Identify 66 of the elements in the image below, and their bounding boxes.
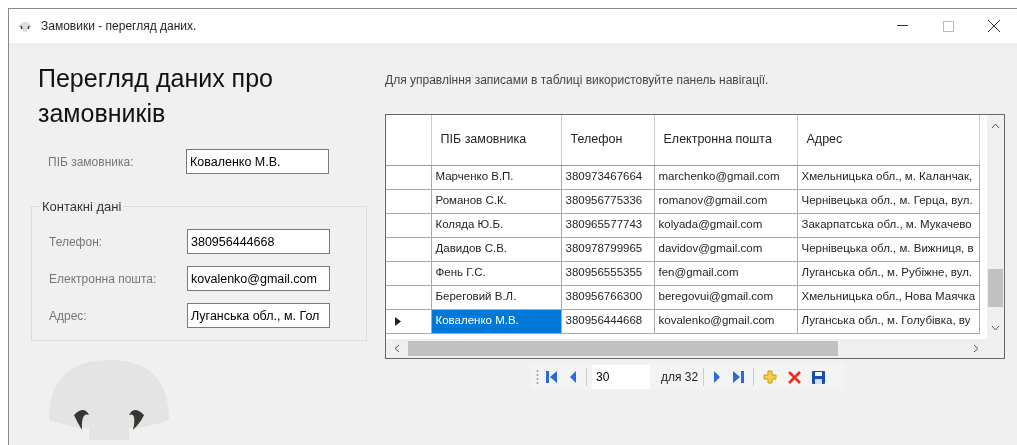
input-field[interactable]: kovalenko@gmail.com (187, 266, 330, 291)
scroll-thumb[interactable] (408, 341, 838, 356)
plus-icon (763, 370, 778, 384)
maximize-icon (942, 20, 954, 32)
scroll-thumb[interactable] (988, 269, 1003, 307)
column-header[interactable]: ПІБ замовника (431, 115, 561, 165)
vertical-scrollbar[interactable] (987, 115, 1004, 339)
scroll-down-icon[interactable] (991, 325, 1000, 331)
instruction-text: Для управління записами в таблиці використовуйте панель навігації. (385, 72, 770, 89)
position-field[interactable]: 30 (592, 365, 650, 389)
table-cell: Фень Г.С. (431, 261, 561, 285)
cross-icon (788, 370, 802, 384)
table-cell: Луганська обл., м. Рубіжне, вул. (797, 261, 980, 285)
table-cell: romanov@gmail.com (654, 189, 797, 213)
table-cell: Коляда Ю.Б. (431, 213, 561, 237)
table-cell: Марченко В.П. (431, 165, 561, 189)
minimize-icon (896, 25, 908, 27)
skip-forward-icon (732, 370, 745, 384)
record-count: для 32 (661, 369, 699, 386)
scroll-up-icon[interactable] (991, 123, 1000, 129)
table-cell: kovalenko@gmail.com (654, 309, 797, 333)
triangle-left-icon (569, 370, 577, 384)
table-cell: Луганська обл., м. Голубівка, ву (797, 309, 980, 333)
field-label: Електронна пошта: (49, 270, 158, 288)
grip-icon (536, 369, 539, 385)
close-icon (988, 20, 1000, 32)
table-cell: 380956555355 (561, 261, 654, 285)
table-cell: marchenko@gmail.com (654, 165, 797, 189)
triangle-right-icon (713, 370, 722, 384)
table-cell: Хмельницька обл., м. Каланчак, (797, 165, 980, 189)
table-cell: Коваленко М.В. (431, 309, 561, 333)
field-label: Телефон: (49, 233, 104, 251)
column-header[interactable]: Електронна пошта (654, 115, 797, 165)
page-heading: Перегляд даних про замовників (38, 63, 274, 129)
table-cell: 380956775336 (561, 189, 654, 213)
table-cell: Давидов С.В. (431, 237, 561, 261)
table-cell: Береговий В.Л. (431, 285, 561, 309)
table-cell: fen@gmail.com (654, 261, 797, 285)
row-pointer-icon (395, 316, 401, 326)
column-header[interactable]: Телефон (561, 115, 654, 165)
column-header[interactable]: Адрес (797, 115, 980, 165)
scroll-left-icon[interactable] (394, 344, 400, 353)
table-cell: 380978799965 (561, 237, 654, 261)
input-field[interactable]: Луганська обл., м. Гол (187, 303, 330, 328)
table-cell: Романов С.К. (431, 189, 561, 213)
table-cell: 380973467664 (561, 165, 654, 189)
scroll-right-icon[interactable] (973, 344, 979, 353)
table-cell: 380956444668 (561, 309, 654, 333)
input-field[interactable]: 380956444668 (187, 229, 330, 254)
table-cell: kolyada@gmail.com (654, 213, 797, 237)
row-header[interactable] (386, 309, 431, 333)
table-cell: Закарпатська обл., м. Мукачево (797, 213, 980, 237)
table-cell: Чернівецька обл., м. Герца, вул. (797, 189, 980, 213)
table-cell: 380965577743 (561, 213, 654, 237)
table-cell: Хмельницька обл., Нова Маячка (797, 285, 980, 309)
mushroom-icon (17, 20, 33, 32)
horizontal-scrollbar[interactable] (386, 339, 987, 358)
table-cell: Чернівецька обл., м. Вижниця, в (797, 237, 980, 261)
field-label: ПІБ замовника: (48, 153, 135, 171)
window-title: Замовики - перегляд даних. (41, 18, 197, 35)
table-cell: 380956766300 (561, 285, 654, 309)
table-cell: beregovui@gmail.com (654, 285, 797, 309)
table-cell: davidov@gmail.com (654, 237, 797, 261)
field-label: Адрес: (49, 307, 88, 325)
input-field[interactable]: Коваленко М.В. (186, 149, 329, 174)
skip-back-icon (546, 370, 558, 384)
